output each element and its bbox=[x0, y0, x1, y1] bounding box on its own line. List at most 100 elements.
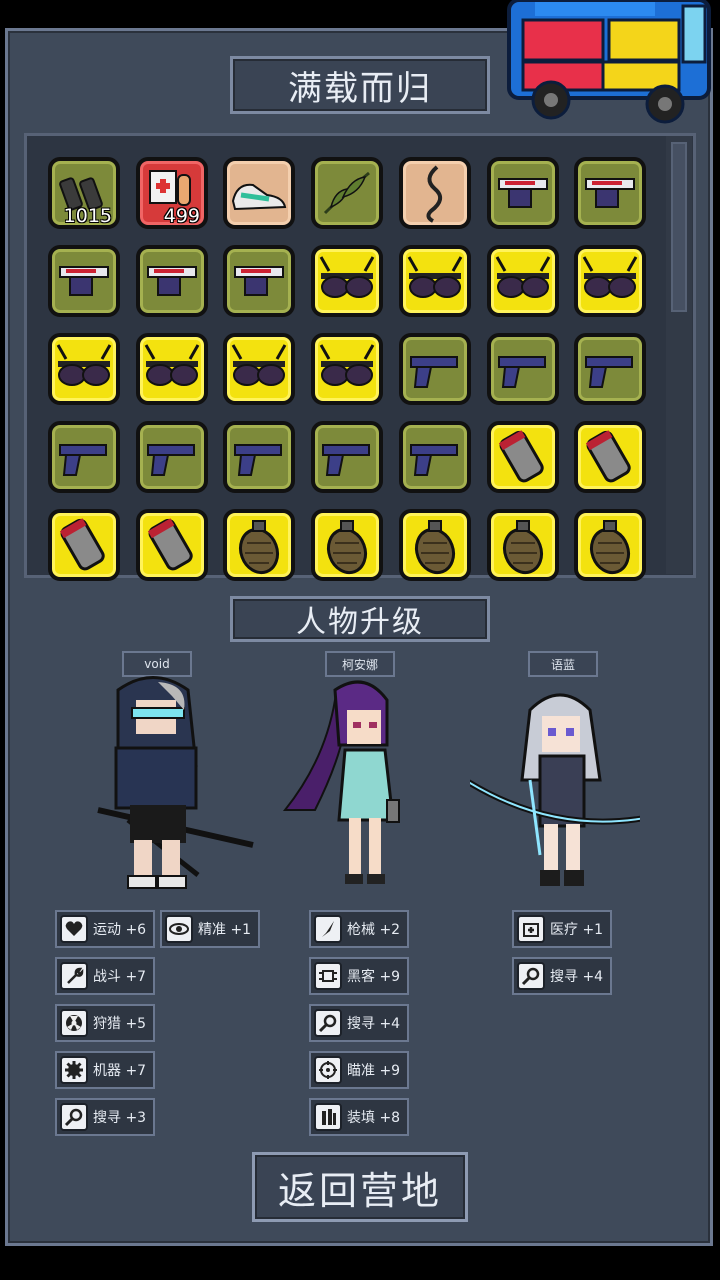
stat-label: 战斗 +7 bbox=[93, 969, 147, 985]
inventory-slot-pistol[interactable] bbox=[399, 333, 471, 405]
inventory-slot-sneaker[interactable] bbox=[223, 157, 295, 229]
inventory-slot-cord[interactable] bbox=[399, 157, 471, 229]
inventory-scrollbar[interactable] bbox=[666, 136, 692, 574]
character-sprite-yulan[interactable] bbox=[470, 670, 640, 895]
inventory-slot-smg[interactable] bbox=[48, 245, 120, 317]
inventory-slot-medkit[interactable]: 499 bbox=[136, 157, 208, 229]
inventory-slot-magazine[interactable]: 1015 bbox=[48, 157, 120, 229]
inventory-slot-herb[interactable] bbox=[311, 157, 383, 229]
wrench-icon bbox=[60, 962, 88, 990]
stat-badge[interactable]: 运动 +6 bbox=[55, 910, 155, 948]
knife-icon bbox=[314, 915, 342, 943]
pistol-icon bbox=[410, 444, 458, 476]
inventory-slot-sunglasses[interactable] bbox=[399, 245, 471, 317]
inventory-slot-sunglasses[interactable] bbox=[136, 333, 208, 405]
character-sprite-void[interactable] bbox=[88, 670, 258, 895]
grenade-icon bbox=[502, 520, 544, 575]
radiation-icon bbox=[60, 1009, 88, 1037]
sunglasses-icon bbox=[231, 344, 287, 386]
inventory-slot-grenade[interactable] bbox=[311, 509, 383, 581]
canister-icon bbox=[59, 518, 105, 571]
inventory-slot-sunglasses[interactable] bbox=[574, 245, 646, 317]
inventory-slot-smg[interactable] bbox=[574, 157, 646, 229]
eye-icon bbox=[165, 915, 193, 943]
stat-label: 装填 +8 bbox=[347, 1110, 401, 1126]
pistol-icon bbox=[410, 356, 458, 388]
inventory-slot-pistol[interactable] bbox=[311, 421, 383, 493]
sunglasses-icon bbox=[319, 256, 375, 298]
stat-label: 狩猎 +5 bbox=[93, 1016, 147, 1032]
inventory-slot-canister[interactable] bbox=[574, 421, 646, 493]
pistol-icon bbox=[59, 444, 107, 476]
inventory-slot-canister[interactable] bbox=[487, 421, 559, 493]
inventory-slot-sunglasses[interactable] bbox=[487, 245, 559, 317]
inventory-slot-pistol[interactable] bbox=[136, 421, 208, 493]
stat-label: 医疗 +1 bbox=[550, 922, 604, 938]
page-title: 满载而归 bbox=[230, 56, 490, 114]
circuit-icon bbox=[314, 962, 342, 990]
pistol-icon bbox=[234, 444, 282, 476]
inventory-slot-grenade[interactable] bbox=[487, 509, 559, 581]
inventory-slot-pistol[interactable] bbox=[48, 421, 120, 493]
character-sprite-keanna[interactable] bbox=[275, 670, 445, 895]
upgrade-section-title: 人物升级 bbox=[230, 596, 490, 642]
vehicle-illustration bbox=[507, 0, 711, 124]
grenade-icon bbox=[238, 520, 280, 575]
grenade-icon bbox=[414, 520, 456, 575]
pistol-icon bbox=[498, 356, 546, 388]
stat-badge[interactable]: 医疗 +1 bbox=[512, 910, 612, 948]
herb-icon bbox=[323, 171, 370, 215]
smg-icon bbox=[234, 266, 284, 296]
smg-icon bbox=[147, 266, 197, 296]
inventory-slot-smg[interactable] bbox=[487, 157, 559, 229]
inventory-slot-pistol[interactable] bbox=[399, 421, 471, 493]
inventory-slot-grenade[interactable] bbox=[574, 509, 646, 581]
inventory-slot-pistol[interactable] bbox=[223, 421, 295, 493]
inventory-slot-pistol[interactable] bbox=[487, 333, 559, 405]
stat-label: 搜寻 +4 bbox=[347, 1016, 401, 1032]
sunglasses-icon bbox=[495, 256, 551, 298]
return-to-camp-button[interactable]: 返回营地 bbox=[252, 1152, 468, 1222]
stat-badge[interactable]: 机器 +7 bbox=[55, 1051, 155, 1089]
stat-badge[interactable]: 精准 +1 bbox=[160, 910, 260, 948]
stat-badge[interactable]: 搜寻 +3 bbox=[55, 1098, 155, 1136]
heart-icon bbox=[60, 915, 88, 943]
inventory-slot-sunglasses[interactable] bbox=[311, 333, 383, 405]
crosshair-icon bbox=[314, 1056, 342, 1084]
stat-badge[interactable]: 狩猎 +5 bbox=[55, 1004, 155, 1042]
sunglasses-icon bbox=[144, 344, 200, 386]
inventory-slot-canister[interactable] bbox=[48, 509, 120, 581]
stat-badge[interactable]: 枪械 +2 bbox=[309, 910, 409, 948]
pistol-icon bbox=[147, 444, 195, 476]
stat-badge[interactable]: 黑客 +9 bbox=[309, 957, 409, 995]
grenade-icon bbox=[589, 520, 631, 575]
sneaker-icon bbox=[231, 183, 287, 211]
stat-badge[interactable]: 搜寻 +4 bbox=[309, 1004, 409, 1042]
stat-badge[interactable]: 战斗 +7 bbox=[55, 957, 155, 995]
inventory-slot-canister[interactable] bbox=[136, 509, 208, 581]
stat-badge[interactable]: 装填 +8 bbox=[309, 1098, 409, 1136]
grenade-icon bbox=[326, 520, 368, 575]
stat-badge[interactable]: 搜寻 +4 bbox=[512, 957, 612, 995]
stat-label: 搜寻 +4 bbox=[550, 969, 604, 985]
inventory-slot-smg[interactable] bbox=[223, 245, 295, 317]
smg-icon bbox=[585, 178, 635, 208]
stat-label: 精准 +1 bbox=[198, 922, 252, 938]
canister-icon bbox=[498, 430, 544, 483]
inventory-slot-smg[interactable] bbox=[136, 245, 208, 317]
stat-badge[interactable]: 瞄准 +9 bbox=[309, 1051, 409, 1089]
sunglasses-icon bbox=[56, 344, 112, 386]
inventory-slot-grenade[interactable] bbox=[223, 509, 295, 581]
inventory-slot-sunglasses[interactable] bbox=[311, 245, 383, 317]
magnifier-icon bbox=[60, 1103, 88, 1131]
scrollbar-thumb[interactable] bbox=[671, 142, 687, 312]
sunglasses-icon bbox=[407, 256, 463, 298]
inventory-slot-pistol[interactable] bbox=[574, 333, 646, 405]
inventory-slot-sunglasses[interactable] bbox=[48, 333, 120, 405]
inventory-slot-grenade[interactable] bbox=[399, 509, 471, 581]
smg-icon bbox=[498, 178, 548, 208]
inventory-slot-sunglasses[interactable] bbox=[223, 333, 295, 405]
stat-label: 黑客 +9 bbox=[347, 969, 401, 985]
smg-icon bbox=[59, 266, 109, 296]
sunglasses-icon bbox=[582, 256, 638, 298]
